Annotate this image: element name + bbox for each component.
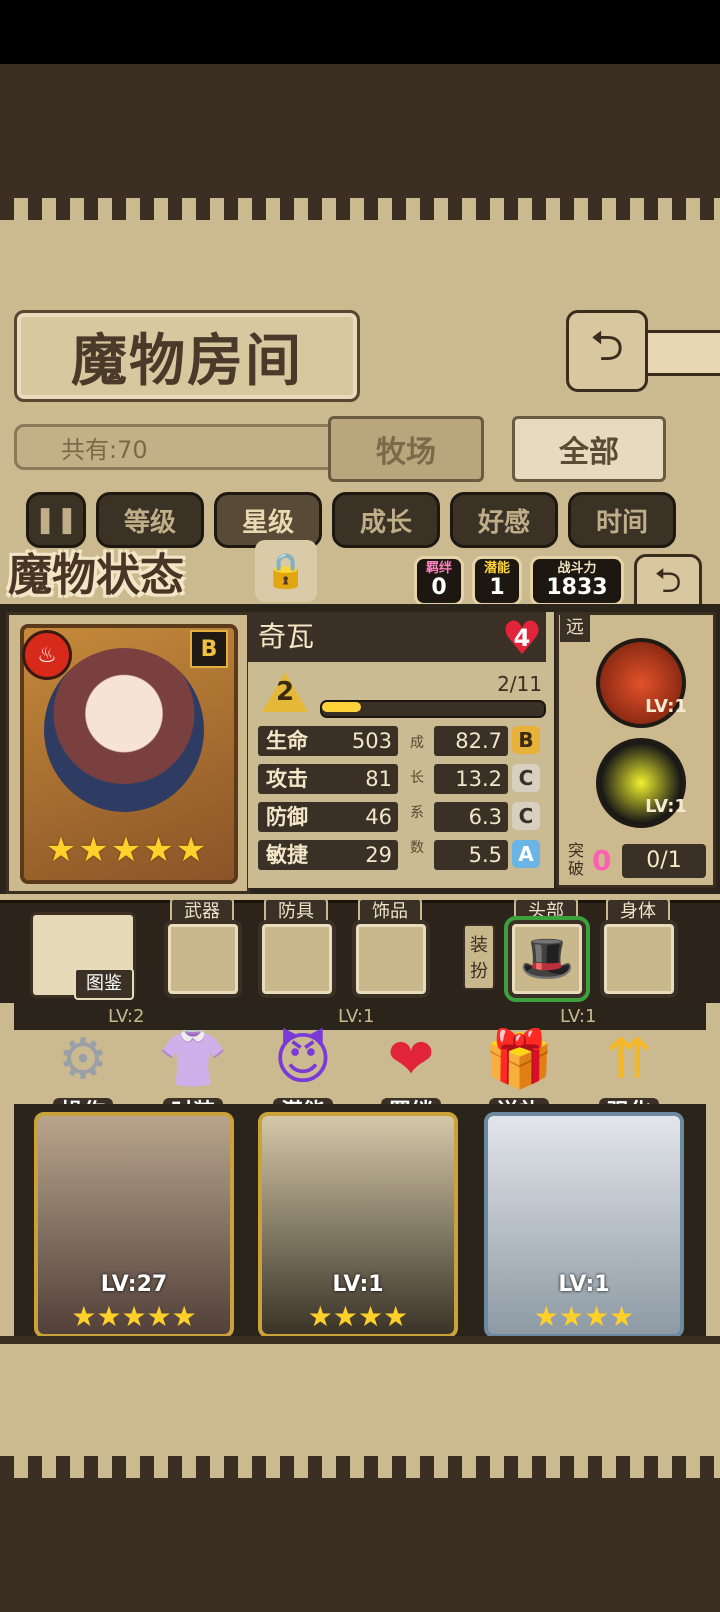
dress-label-char: 装: [470, 935, 488, 956]
filter-growth[interactable]: 成长: [332, 492, 440, 548]
card-stars: ★★★★: [533, 1300, 635, 1333]
growth-value: 6.3: [434, 802, 508, 832]
monster-count: 共有:70: [14, 424, 374, 470]
list-frame-bottom: [0, 1336, 720, 1344]
card-stars: ★★★★: [307, 1300, 409, 1333]
rank-badge: B: [190, 630, 228, 668]
status-bar: [0, 0, 720, 64]
card-level: LV:1: [558, 1272, 610, 1297]
bond-counter: 羁绊 0: [414, 556, 464, 606]
armor-slot[interactable]: [258, 920, 336, 998]
outfit-icon: 👚: [158, 1027, 228, 1092]
exp-text: 2/11: [497, 672, 542, 696]
gear-icon: ⚙: [57, 1027, 109, 1092]
card-level: LV:27: [100, 1272, 168, 1297]
card-stars: ★★★★★: [71, 1300, 197, 1333]
bond-value: 0: [431, 575, 447, 600]
tab-all[interactable]: 全部: [512, 416, 666, 482]
stat-value: 29: [365, 843, 392, 867]
monster-card[interactable]: LV:1 ★★★★: [484, 1112, 684, 1338]
star-icon: ★: [45, 830, 77, 870]
parchment-bottom-edge: [0, 1456, 720, 1478]
breakthrough-label: 突破: [567, 841, 584, 878]
stat-row-agility: 敏捷 29 5.5 A: [258, 840, 548, 870]
potential-value: 1: [489, 575, 505, 600]
grade-badge: C: [512, 764, 540, 792]
attack-type-tag: 远: [560, 614, 590, 642]
bond-label: 羁绊: [425, 561, 452, 576]
power-counter: 战斗力 1833: [530, 556, 624, 606]
power-value: 1833: [546, 575, 608, 600]
skill-level: LV:1: [645, 796, 687, 817]
weapon-slot[interactable]: [164, 920, 242, 998]
dress-label-char: 扮: [470, 961, 488, 982]
codex-label: 图鉴: [74, 968, 134, 1000]
dress-up-label: 装 扮: [463, 924, 495, 990]
growth-coefficient-label: 成 长 系 数: [410, 724, 424, 864]
monster-card[interactable]: LV:1 ★★★★: [258, 1112, 458, 1338]
accessory-slot[interactable]: [352, 920, 430, 998]
stat-row-defense: 防御 46 6.3 C: [258, 802, 548, 832]
growth-label-char: 成: [410, 734, 424, 751]
monster-card[interactable]: LV:27 ★★★★★: [34, 1112, 234, 1338]
star-icon: ★: [175, 830, 207, 870]
star-icon: ★: [143, 830, 174, 870]
potential-counter: 潜能 1: [472, 556, 522, 606]
body-slot[interactable]: [600, 920, 678, 998]
star-icon: ★: [110, 830, 142, 870]
growth-label-char: 数: [410, 839, 424, 856]
page-title: 魔物房间: [14, 310, 360, 402]
stat-value: 46: [365, 805, 392, 829]
parchment-top-edge: [0, 198, 720, 220]
skill-level: LV:1: [645, 696, 687, 717]
filter-time[interactable]: 时间: [568, 492, 676, 548]
grade-badge: C: [512, 802, 540, 830]
growth-value: 13.2: [434, 764, 508, 794]
lock-icon[interactable]: 🔒: [255, 540, 317, 602]
affinity-value: 4: [513, 624, 531, 652]
grade-badge: B: [512, 726, 540, 754]
breakthrough-progress: 0/1: [622, 844, 706, 878]
demon-icon: 😈: [273, 1027, 333, 1092]
potential-label: 潜能: [483, 561, 510, 576]
growth-value: 5.5: [434, 840, 508, 870]
growth-label-char: 长: [410, 769, 424, 786]
tab-ranch[interactable]: 牧场: [328, 416, 484, 482]
fire-icon: ♨: [22, 630, 72, 680]
growth-label-char: 系: [410, 804, 424, 821]
star-icon: ★: [78, 830, 109, 870]
stat-row-attack: 攻击 81 13.2 C: [258, 764, 548, 794]
card-level: LV:1: [332, 1272, 384, 1297]
grade-badge: A: [512, 840, 540, 868]
monster-artwork: [44, 648, 204, 812]
filter-affection[interactable]: 好感: [450, 492, 558, 548]
star-rating: ★ ★ ★ ★ ★: [46, 830, 206, 870]
growth-value: 82.7: [434, 726, 508, 756]
stat-row-hp: 生命 503 82.7 B: [258, 726, 548, 756]
stat-value: 503: [351, 729, 392, 753]
power-label: 战斗力: [557, 561, 597, 576]
status-title: 魔物状态: [8, 550, 184, 601]
gift-icon: 🎁: [484, 1027, 554, 1092]
back-button-rail: [642, 330, 720, 376]
exp-bar-fill: [322, 702, 361, 712]
witch-hat-icon[interactable]: 🎩: [504, 916, 590, 1002]
stat-value: 81: [365, 767, 392, 791]
hearts-icon: ❤: [387, 1027, 435, 1092]
upgrade-arrows-icon: ⇈: [605, 1027, 653, 1092]
breakthrough-value: 0: [592, 844, 612, 877]
breakthrough: 突破 0 0/1: [562, 842, 712, 882]
back-icon[interactable]: ⮌: [566, 310, 648, 392]
